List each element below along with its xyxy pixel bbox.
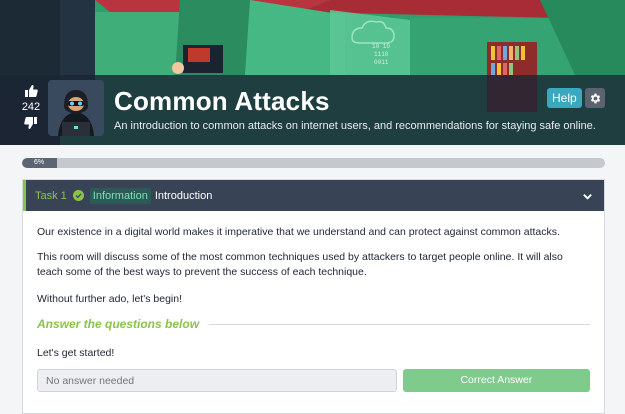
answer-section-heading: Answer the questions below [37,317,590,332]
task-type-badge: Information [89,187,151,204]
progress-label: 6% [33,159,45,166]
submit-answer-button[interactable]: Correct Answer [402,369,590,392]
task-paragraph: This room will discuss some of the most … [37,251,563,278]
help-button[interactable]: Help [547,88,582,108]
gear-icon [590,93,600,103]
check-circle-icon [72,190,84,201]
svg-text:0011: 0011 [374,59,389,66]
settings-button[interactable] [585,88,605,108]
task-paragraph: Without further ado, let's begin! [37,293,183,305]
task-content: Our existence in a digital world makes i… [23,211,604,392]
room-progress-bar: 6% [22,158,605,168]
thumbs-up-icon[interactable] [24,84,38,98]
task-header[interactable]: Task 1 Information Introduction [23,180,604,211]
room-avatar [48,80,104,136]
svg-text:1110: 1110 [374,51,389,58]
vote-widget: 242 [18,84,44,130]
answer-input[interactable] [37,369,397,392]
room-description: An introduction to common attacks on int… [114,120,596,132]
task-paragraph: Our existence in a digital world makes i… [37,226,560,238]
vote-count: 242 [21,101,41,113]
task-title: Introduction [154,189,213,202]
task-number: Task 1 [35,189,67,202]
divider [209,324,590,325]
question-text: Let's get started! [37,347,115,359]
answer-row: Correct Answer [37,369,590,392]
thumbs-down-icon[interactable] [24,116,38,130]
room-banner: 10 10 1110 0011 242 Common Attacks An in… [0,0,625,145]
page-title: Common Attacks [114,86,330,116]
answer-heading: Answer the questions below [37,317,200,331]
svg-text:10 10: 10 10 [372,43,390,50]
chevron-down-icon[interactable] [582,189,593,207]
task-card: Task 1 Information Introduction Our exis… [22,179,605,414]
